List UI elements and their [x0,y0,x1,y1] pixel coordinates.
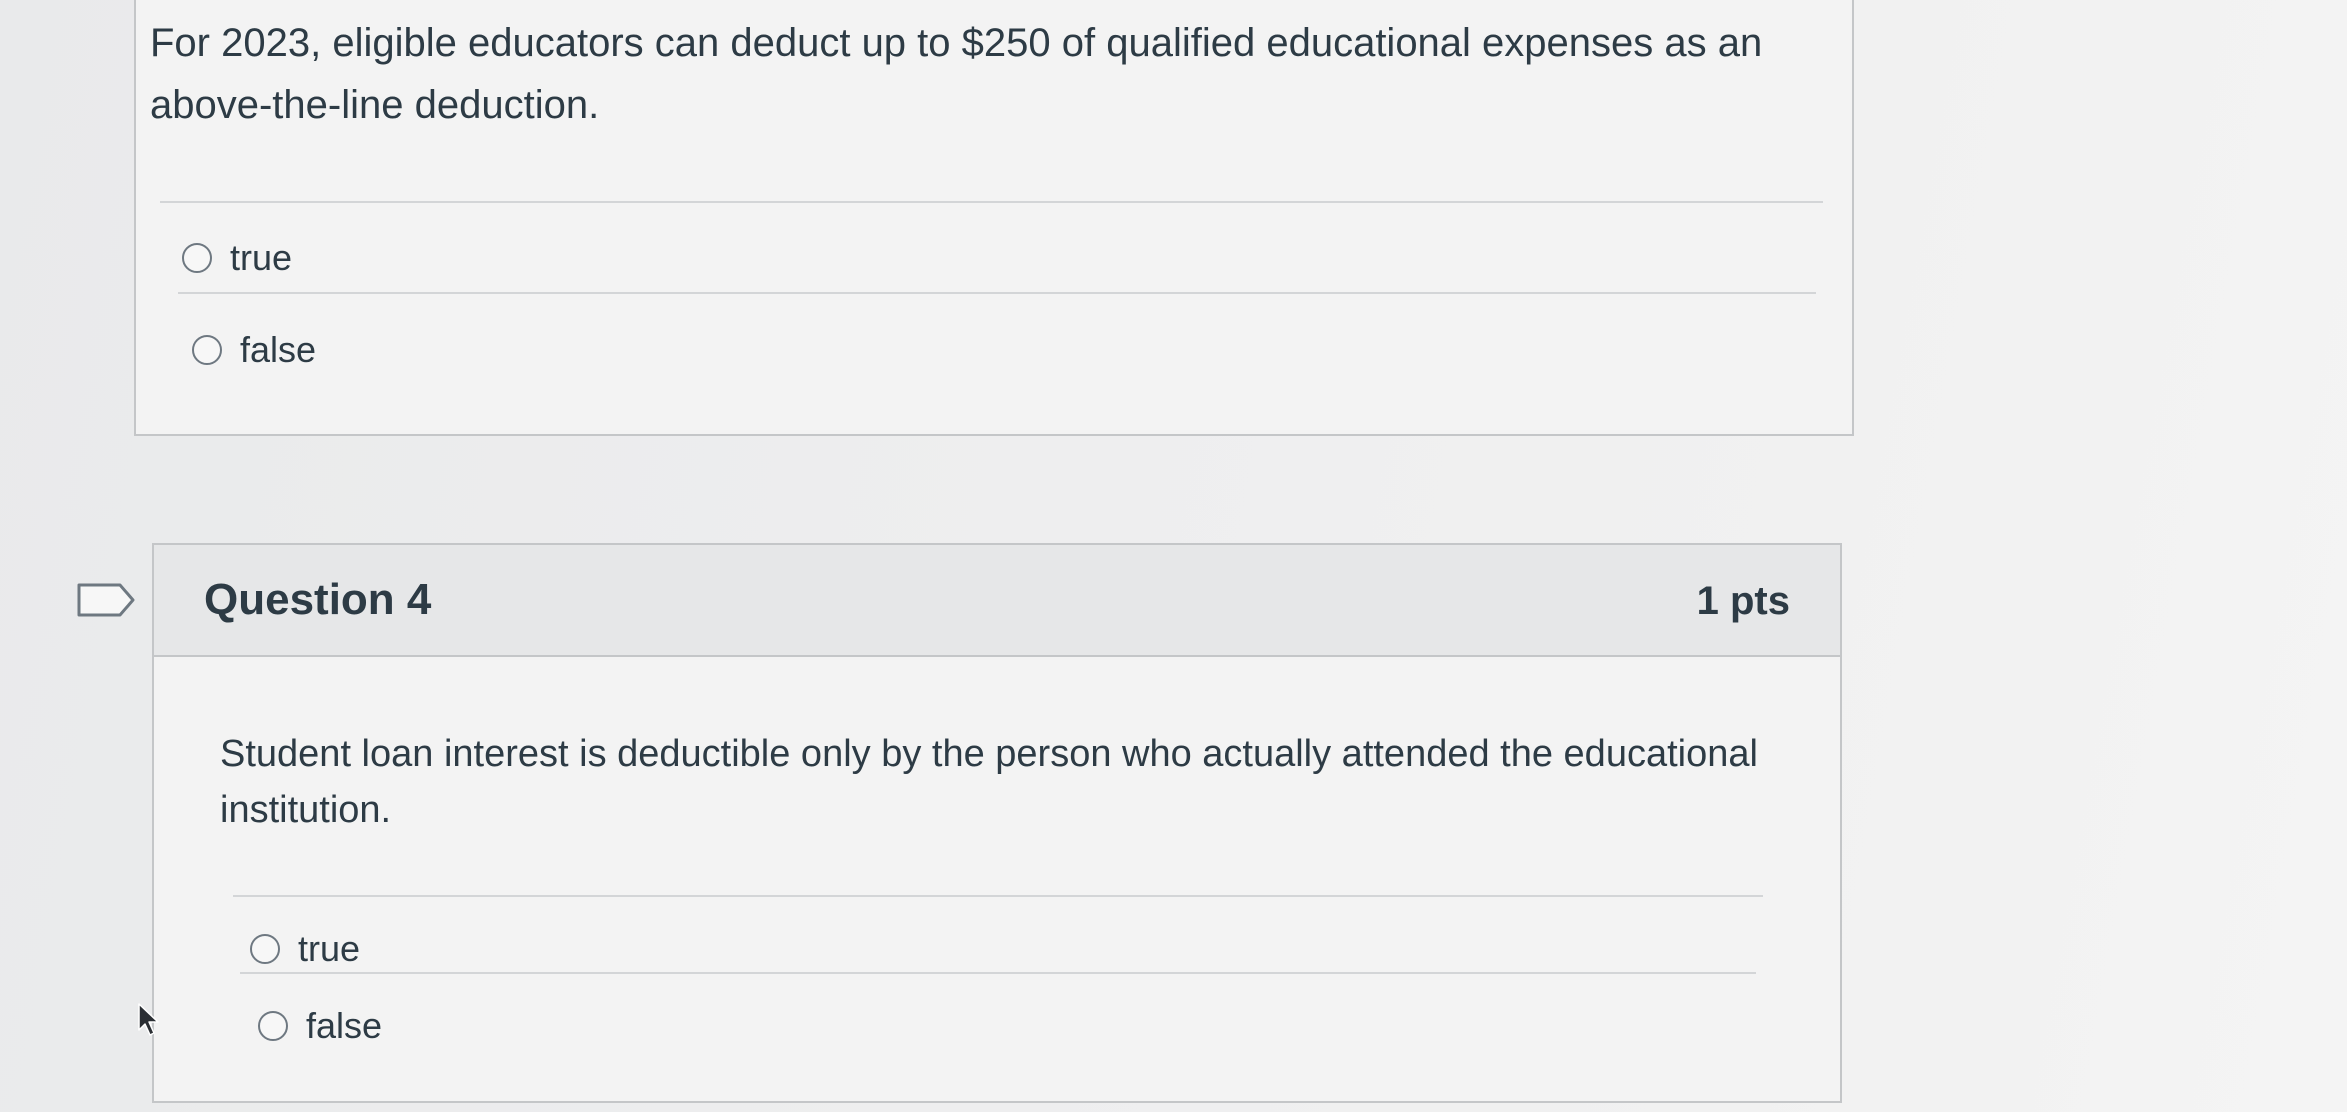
radio-unchecked-icon[interactable] [250,934,280,964]
question-3-divider-mid [178,292,1816,294]
answer-label: true [298,928,361,969]
radio-unchecked-icon[interactable] [258,1011,288,1041]
question-4-answer-false[interactable]: false [258,1005,382,1047]
flag-question-icon[interactable] [76,582,136,618]
question-4-text: Student loan interest is deductible only… [220,733,1758,831]
question-4-divider-top [233,895,1763,897]
answer-label: false [240,329,317,370]
radio-unchecked-icon[interactable] [182,243,212,273]
question-4-divider-mid [240,972,1756,974]
answer-label: false [306,1005,383,1046]
question-4-answer-true[interactable]: true [250,928,360,970]
question-3-divider-top [160,201,1823,203]
question-points: 1 pts [1696,579,1790,623]
question-4-header: Question 4 1 pts [154,545,1840,657]
mouse-pointer-icon [138,1003,159,1036]
answer-label: true [230,237,293,278]
question-3-text: For 2023, eligible educators can deduct … [150,21,1763,127]
question-title: Question 4 [204,575,432,624]
question-3-answer-false[interactable]: false [192,329,316,371]
radio-unchecked-icon[interactable] [192,335,222,365]
question-3-answer-true[interactable]: true [182,237,292,279]
